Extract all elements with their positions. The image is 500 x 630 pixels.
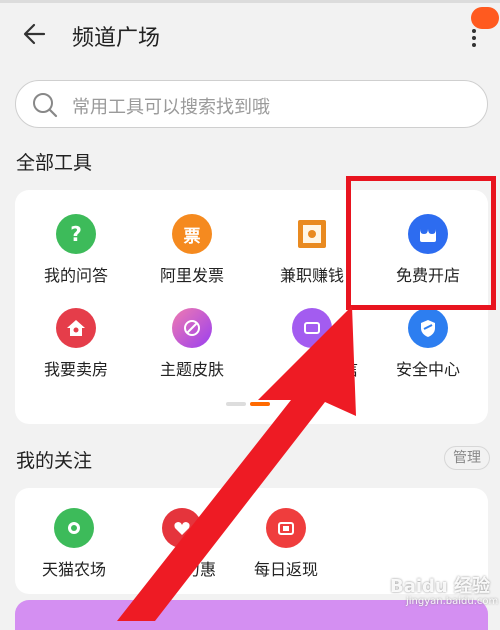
follow-deals[interactable]: 力惠: [122, 508, 242, 580]
shield-icon: [408, 308, 448, 348]
tool-label: 阿里发票: [159, 266, 224, 285]
cashback-icon: [266, 508, 306, 548]
shop-icon: [408, 214, 448, 254]
house-icon: [56, 308, 96, 348]
notification-badge: [471, 7, 499, 29]
palette-icon: [172, 308, 212, 348]
watermark-text: Baidu 经验: [390, 576, 491, 597]
invoice-icon: 票: [172, 214, 212, 254]
tool-label: 主题皮肤: [159, 360, 224, 379]
watermark-url: jingyan.baidu.com: [406, 596, 499, 607]
baidu-watermark: Baidu 经验 jingyan.baidu.com: [356, 564, 499, 616]
farm-icon: [54, 508, 94, 548]
tool-label: 天猫农场: [41, 560, 106, 579]
tool-label: 信: [341, 360, 358, 379]
page-title: 频道广场: [72, 26, 161, 51]
all-tools-title: 全部工具: [16, 152, 93, 174]
tv-icon: [292, 308, 332, 348]
more-menu-icon[interactable]: [466, 29, 482, 51]
tool-label: 免费开店: [395, 266, 460, 285]
tool-label: 兼职赚钱: [279, 266, 344, 285]
tool-sell-house[interactable]: 我要卖房: [16, 308, 136, 380]
header: 频道广场: [0, 3, 500, 67]
tool-theme-skin[interactable]: 主题皮肤: [132, 308, 252, 380]
manage-button[interactable]: 管理: [444, 446, 490, 470]
following-title: 我的关注: [16, 450, 93, 472]
search-input[interactable]: 常用工具可以搜索找到哦: [15, 80, 488, 128]
tool-my-qa[interactable]: ? 我的问答: [16, 214, 136, 286]
briefcase-icon: [292, 214, 332, 254]
page-indicator: [226, 402, 276, 408]
follow-tmall-farm[interactable]: 天猫农场: [14, 508, 134, 580]
tool-label: 力惠: [183, 560, 216, 579]
tool-free-shop[interactable]: 免费开店: [368, 214, 488, 286]
tool-label: 每日返现: [253, 560, 318, 579]
heart-icon: [162, 508, 202, 548]
follow-daily-cashback[interactable]: 每日返现: [226, 508, 346, 580]
tool-message[interactable]: 信: [252, 308, 372, 380]
search-icon: [33, 93, 58, 118]
tool-label: 我的问答: [43, 266, 108, 285]
tool-invoice[interactable]: 票 阿里发票: [132, 214, 252, 286]
search-placeholder: 常用工具可以搜索找到哦: [72, 97, 270, 118]
question-icon: ?: [56, 214, 96, 254]
back-arrow-icon[interactable]: [22, 21, 48, 47]
tool-label: 我要卖房: [43, 360, 108, 379]
tool-label: 安全中心: [395, 360, 460, 379]
tool-part-time[interactable]: 兼职赚钱: [252, 214, 372, 286]
tool-security-center[interactable]: 安全中心: [368, 308, 488, 380]
